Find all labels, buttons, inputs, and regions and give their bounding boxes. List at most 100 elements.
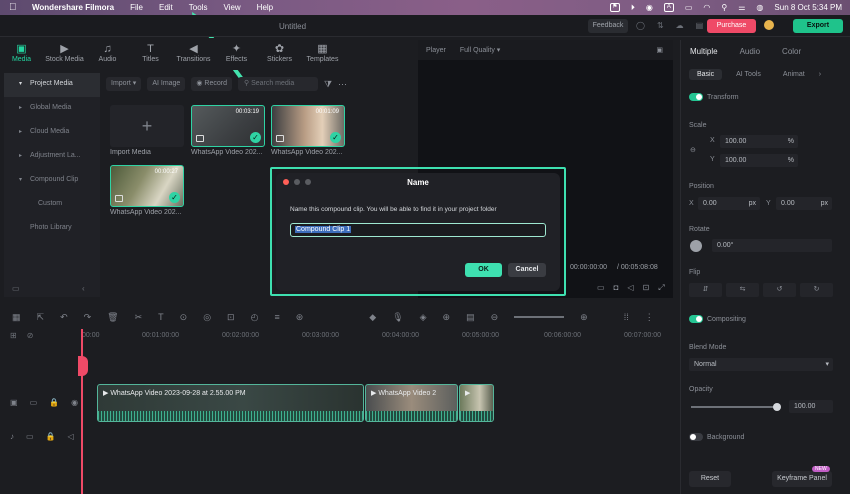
menu-edit[interactable]: Edit (159, 3, 173, 12)
tab-media[interactable]: ▣ Media (0, 38, 43, 70)
track-folder-icon[interactable]: ▭ (30, 398, 38, 407)
snap-icon[interactable]: ⊕ (443, 312, 451, 323)
sidebar-item-photo-library[interactable]: Photo Library (4, 217, 100, 241)
opacity-input[interactable]: 100.00 (789, 400, 833, 413)
tab-audio[interactable]: ♫ Audio (86, 38, 129, 70)
delete-icon[interactable]: 🗑 (107, 312, 118, 323)
redo-icon[interactable]: ↷ (84, 312, 92, 323)
sidebar-item-project-media[interactable]: ▾ Project Media (4, 73, 100, 97)
import-media-tile[interactable]: + (110, 105, 184, 147)
subtab-ai-tools[interactable]: AI Tools (728, 69, 769, 80)
link-track-icon[interactable]: ⊘ (27, 331, 34, 340)
collapse-icon[interactable]: ‹ (82, 284, 85, 293)
layout-grid-icon[interactable]: ▦ (12, 312, 21, 323)
folder-icon[interactable]: ▭ (12, 284, 20, 293)
select-tool-icon[interactable]: ⇱ (37, 312, 45, 323)
crop-timeline-icon[interactable]: ⊡ (227, 312, 235, 323)
media-thumbnail[interactable]: 00:00:27 ✓ (110, 165, 184, 207)
speed-icon[interactable]: ◴ (251, 312, 259, 323)
menu-clock[interactable]: Sun 8 Oct 5:34 PM (774, 3, 842, 12)
timeline-clip[interactable]: ▶ WhatsApp Video 2 (365, 384, 458, 422)
compositing-toggle[interactable]: Compositing (689, 315, 746, 323)
split-icon[interactable]: ✂ (135, 312, 143, 323)
eye-icon[interactable]: ◉ (71, 398, 78, 407)
cloud-icon[interactable]: ☁ (676, 21, 684, 30)
menu-help[interactable]: Help (257, 3, 273, 12)
rotate-left-icon[interactable]: ↺ (763, 283, 796, 297)
camera-icon[interactable]: ◘ (614, 283, 619, 293)
tab-audio-inspector[interactable]: Audio (740, 47, 760, 56)
screen-record-icon[interactable]: ◉ (646, 3, 653, 12)
tab-color[interactable]: Color (782, 47, 801, 56)
track-icon[interactable]: ▤ (466, 312, 475, 323)
export-button[interactable]: Export (793, 19, 843, 33)
tab-titles[interactable]: T Titles (129, 38, 172, 70)
control-center-icon[interactable]: ⚌ (738, 3, 745, 12)
opacity-slider-handle[interactable] (773, 403, 781, 411)
tab-multiple[interactable]: Multiple (690, 47, 718, 56)
flip-horizontal-icon[interactable]: ⇆ (726, 283, 759, 297)
color-icon[interactable]: ◎ (203, 312, 211, 323)
display-icon[interactable]: ▭ (597, 283, 605, 293)
ok-button[interactable]: OK (465, 263, 502, 277)
menu-tools[interactable]: Tools (189, 3, 208, 12)
link-icon[interactable]: ⊖ (690, 146, 696, 154)
transform-toggle[interactable]: Transform (689, 93, 739, 101)
more-tools-icon[interactable]: ⊛ (296, 312, 304, 323)
blend-mode-select[interactable]: Normal ▾ (689, 358, 833, 371)
avatar[interactable] (764, 20, 774, 30)
timeline-more-icon[interactable]: ⋮ (645, 312, 654, 323)
position-y-input[interactable]: 0.00 px (776, 197, 832, 210)
media-thumbnail[interactable]: 00:03:19 ✓ (191, 105, 265, 147)
zoom-in-icon[interactable]: ⊕ (580, 312, 588, 323)
tab-stickers[interactable]: ✿ Stickers (258, 38, 301, 70)
timeline-clip[interactable]: ▶ (459, 384, 494, 422)
sidebar-item-custom[interactable]: Custom (4, 193, 100, 217)
input-source-icon[interactable]: A (663, 3, 674, 12)
playhead-handle[interactable] (78, 356, 88, 376)
app-name-menu[interactable]: Wondershare Filmora (32, 3, 114, 12)
sidebar-item-global-media[interactable]: ▸ Global Media (4, 97, 100, 121)
compound-clip-name-input[interactable]: Compound Clip 1 (290, 223, 546, 237)
account-icon[interactable]: ◯ (636, 21, 645, 30)
purchase-button[interactable]: Purchase (707, 19, 756, 33)
filter-icon[interactable]: ⧩ (324, 79, 332, 90)
keyframe-panel-button[interactable]: Keyframe Panel (772, 471, 832, 487)
play-status-icon[interactable]: ⏵ (631, 3, 635, 13)
reset-button[interactable]: Reset (689, 471, 731, 487)
tab-templates[interactable]: ▦ Templates (301, 38, 344, 70)
position-x-input[interactable]: 0.00 px (698, 197, 760, 210)
spotlight-icon[interactable]: ⚲ (721, 3, 727, 12)
record-button[interactable]: ◉ Record (191, 77, 232, 91)
opacity-slider[interactable] (691, 406, 777, 408)
lock-icon[interactable]: 🔒 (49, 398, 59, 407)
snapshot-icon[interactable]: ▣ (656, 46, 663, 54)
cancel-button[interactable]: Cancel (508, 263, 546, 277)
grid-view-icon[interactable]: ⁞⁞ (624, 312, 629, 322)
zoom-icon[interactable]: ⊙ (180, 312, 188, 323)
more-icon[interactable]: ⋯ (338, 79, 347, 90)
fullscreen-icon[interactable]: ⤢ (658, 283, 664, 293)
rotate-dial[interactable] (690, 240, 702, 252)
tab-transitions[interactable]: ◀ Transitions (172, 38, 215, 70)
sidebar-item-compound-clip[interactable]: ▾ Compound Clip (4, 169, 100, 193)
mic-icon[interactable]: 🎙 (392, 312, 403, 323)
feedback-button[interactable]: Feedback (588, 19, 628, 33)
menu-view[interactable]: View (223, 3, 240, 12)
sidebar-item-adjustment-layer[interactable]: ▸ Adjustment La... (4, 145, 100, 169)
text-icon[interactable]: T (158, 312, 164, 322)
media-thumbnail[interactable]: 00:01:09 ✓ (271, 105, 345, 147)
volume-icon[interactable]: ◁ (68, 432, 74, 441)
marker-icon[interactable]: ◆ (369, 312, 376, 323)
apple-icon[interactable]:  (9, 2, 23, 13)
track-folder-icon[interactable]: ▭ (26, 432, 34, 441)
sync-icon[interactable]: ⇅ (657, 21, 664, 30)
timeline-clip[interactable]: ▶ WhatsApp Video 2023-09-28 at 2.55.00 P… (97, 384, 364, 422)
chevron-right-icon[interactable]: › (819, 71, 821, 78)
flip-vertical-icon[interactable]: ⇵ (689, 283, 722, 297)
zoom-out-icon[interactable]: ⊖ (491, 312, 499, 323)
scale-x-input[interactable]: 100.00% (720, 135, 798, 148)
adjust-icon[interactable]: ≡ (274, 312, 279, 322)
crop-icon[interactable]: ⊡ (643, 283, 650, 293)
layout-icon[interactable]: ▤ (696, 21, 704, 30)
